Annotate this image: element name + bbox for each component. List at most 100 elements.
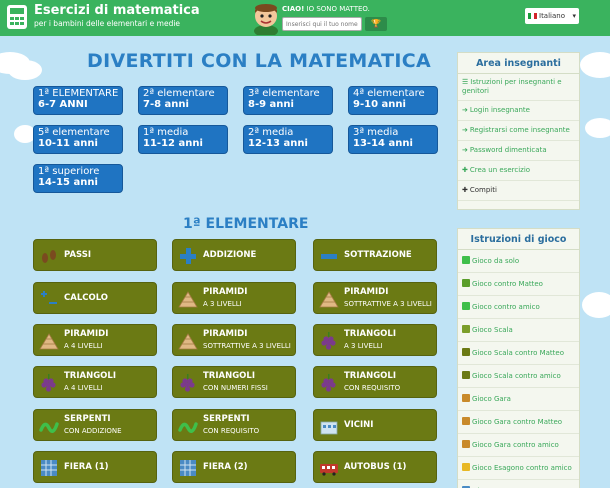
game-name: FIERA (2) xyxy=(203,462,248,472)
footsteps-icon xyxy=(39,246,59,266)
calculator-logo-icon xyxy=(7,5,27,29)
site-subtitle: per i bambini delle elementari e medie xyxy=(34,19,181,28)
game-name: PIRAMIDI xyxy=(203,287,248,297)
game-button-9[interactable]: TRIANGOLI A 3 LIVELLI xyxy=(313,324,437,356)
grapes-icon xyxy=(319,373,339,393)
italy-flag-icon xyxy=(528,13,537,19)
level-age: 11-12 anni xyxy=(143,138,203,149)
level-button-1[interactable]: 1ª ELEMENTARE 6-7 ANNI xyxy=(33,86,123,115)
game-name: PASSI xyxy=(64,250,92,260)
trophy-button[interactable]: 🏆 xyxy=(365,17,387,31)
game-subtitle: A 3 LIVELLI xyxy=(344,342,383,350)
language-select[interactable]: Italiano ▾ xyxy=(525,8,579,24)
level-button-7[interactable]: 2ª media 12-13 anni xyxy=(243,125,333,154)
level-age: 9-10 anni xyxy=(353,99,406,110)
game-instruction-link-5[interactable]: Gioco Scala contro Matteo xyxy=(458,342,579,365)
level-name: 1ª media xyxy=(143,127,189,138)
pyramid-icon xyxy=(178,289,198,309)
game-instruction-link-4[interactable]: Gioco Scala xyxy=(458,319,579,342)
name-input[interactable] xyxy=(282,17,362,31)
level-age: 13-14 anni xyxy=(353,138,413,149)
level-name: 4ª elementare xyxy=(353,88,425,99)
level-age: 6-7 ANNI xyxy=(38,99,88,110)
teacher-link-4[interactable]: ➔ Password dimenticata xyxy=(458,141,579,161)
game-button-1[interactable]: PASSI xyxy=(33,239,157,271)
teachers-area-panel: Area insegnanti ☰ Istruzioni per insegnan… xyxy=(457,52,580,210)
game-button-14[interactable]: SERPENTI CON REQUISITO xyxy=(172,409,296,441)
game-mode-icon xyxy=(462,279,470,287)
teacher-link-5[interactable]: ✚ Crea un esercizio xyxy=(458,161,579,181)
game-instruction-link-9[interactable]: Gioco Gara contro amico xyxy=(458,434,579,457)
bus-icon xyxy=(319,458,339,478)
chevron-down-icon: ▾ xyxy=(572,12,576,20)
level-button-6[interactable]: 1ª media 11-12 anni xyxy=(138,125,228,154)
game-mode-icon xyxy=(462,256,470,264)
neighbours-icon xyxy=(319,416,339,436)
plus-icon: ✚ xyxy=(462,186,468,194)
game-button-15[interactable]: VICINI xyxy=(313,409,437,441)
game-mode-icon xyxy=(462,394,470,402)
game-button-13[interactable]: SERPENTI CON ADDIZIONE xyxy=(33,409,157,441)
game-instruction-link-6[interactable]: Gioco Scala contro amico xyxy=(458,365,579,388)
game-button-10[interactable]: TRIANGOLI A 4 LIVELLI xyxy=(33,366,157,398)
site-header: Esercizi di matematica per i bambini del… xyxy=(0,0,610,36)
game-subtitle: CON REQUISITO xyxy=(203,427,260,435)
game-name: AUTOBUS (1) xyxy=(344,462,407,472)
game-instruction-link-10[interactable]: Gioco Esagono contro amico xyxy=(458,457,579,480)
site-title[interactable]: Esercizi di matematica xyxy=(34,3,200,18)
teachers-area-title: Area insegnanti xyxy=(458,53,579,74)
level-name: 3ª elementare xyxy=(248,88,320,99)
teacher-link-1[interactable]: ☰ Istruzioni per insegnanti e genitori xyxy=(458,74,579,101)
game-name: SERPENTI xyxy=(64,414,111,424)
game-button-6[interactable]: PIRAMIDI SOTTRATTIVE A 3 LIVELLI xyxy=(313,282,437,314)
game-button-2[interactable]: ADDIZIONE xyxy=(172,239,296,271)
game-instruction-link-3[interactable]: Gioco contro amico xyxy=(458,296,579,319)
game-name: SOTTRAZIONE xyxy=(344,250,412,260)
level-age: 10-11 anni xyxy=(38,138,98,149)
game-button-16[interactable]: FIERA (1) xyxy=(33,451,157,483)
game-instruction-link-7[interactable]: Gioco Gara xyxy=(458,388,579,411)
game-name: TRIANGOLI xyxy=(344,371,396,381)
game-button-17[interactable]: FIERA (2) xyxy=(172,451,296,483)
game-mode-icon xyxy=(462,463,470,471)
level-button-8[interactable]: 3ª media 13-14 anni xyxy=(348,125,438,154)
game-subtitle: SOTTRATTIVE A 3 LIVELLI xyxy=(344,300,432,308)
game-button-18[interactable]: AUTOBUS (1) xyxy=(313,451,437,483)
game-name: CALCOLO xyxy=(64,293,109,303)
trophy-icon: 🏆 xyxy=(371,19,381,28)
pyramid-icon xyxy=(319,289,339,309)
game-instruction-link-2[interactable]: Gioco contro Matteo xyxy=(458,273,579,296)
level-button-9[interactable]: 1ª superiore 14-15 anni xyxy=(33,164,123,193)
game-instructions-panel: Istruzioni di gioco Gioco da solo Gioco c… xyxy=(457,228,580,488)
teacher-link-2[interactable]: ➔ Login insegnante xyxy=(458,101,579,121)
cloud-decoration xyxy=(582,292,610,318)
snake-icon xyxy=(178,416,198,436)
game-button-5[interactable]: PIRAMIDI A 3 LIVELLI xyxy=(172,282,296,314)
game-instruction-link-11[interactable]: Gioco Mappa xyxy=(458,480,579,488)
login-icon: ➔ xyxy=(462,106,468,114)
teacher-link-3[interactable]: ➔ Registrarsi come insegnante xyxy=(458,121,579,141)
fair-grid-icon xyxy=(178,458,198,478)
level-button-2[interactable]: 2ª elementare 7-8 anni xyxy=(138,86,228,115)
game-button-11[interactable]: TRIANGOLI CON NUMERI FISSI xyxy=(172,366,296,398)
game-mode-icon xyxy=(462,417,470,425)
level-button-5[interactable]: 5ª elementare 10-11 anni xyxy=(33,125,123,154)
game-button-4[interactable]: CALCOLO xyxy=(33,282,157,314)
game-subtitle: A 3 LIVELLI xyxy=(203,300,242,308)
teacher-link-6[interactable]: ✚ Compiti xyxy=(458,181,579,201)
level-button-3[interactable]: 3ª elementare 8-9 anni xyxy=(243,86,333,115)
level-button-4[interactable]: 4ª elementare 9-10 anni xyxy=(348,86,438,115)
game-button-3[interactable]: SOTTRAZIONE xyxy=(313,239,437,271)
game-instruction-link-1[interactable]: Gioco da solo xyxy=(458,250,579,273)
level-name: 1ª ELEMENTARE xyxy=(38,88,119,99)
level-age: 12-13 anni xyxy=(248,138,308,149)
game-instruction-link-8[interactable]: Gioco Gara contro Matteo xyxy=(458,411,579,434)
cloud-decoration xyxy=(585,118,610,138)
game-button-8[interactable]: PIRAMIDI SOTTRATTIVE A 3 LIVELLI xyxy=(172,324,296,356)
snake-icon xyxy=(39,416,59,436)
game-button-12[interactable]: TRIANGOLI CON REQUISITO xyxy=(313,366,437,398)
fair-grid-icon xyxy=(39,458,59,478)
game-name: PIRAMIDI xyxy=(203,329,248,339)
section-title: 1ª ELEMENTARE xyxy=(183,216,309,232)
game-button-7[interactable]: PIRAMIDI A 4 LIVELLI xyxy=(33,324,157,356)
